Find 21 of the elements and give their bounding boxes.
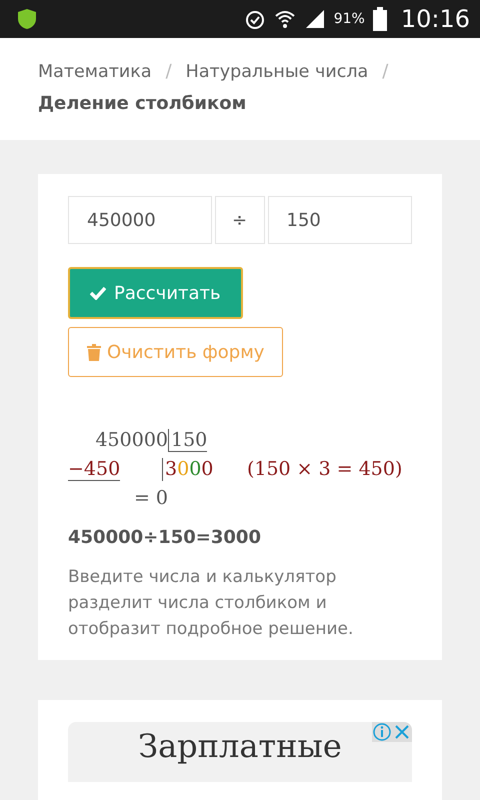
dividend-number: 450000 (95, 429, 168, 452)
breadcrumb-separator: / (382, 61, 388, 82)
battery-percent: 91% (334, 11, 365, 27)
dividend-field[interactable]: 450000 (68, 196, 212, 244)
ad-headline: Зарплатные (138, 727, 342, 767)
breadcrumb-link[interactable]: Математика (38, 62, 152, 82)
remainder-number: = 0 (134, 487, 168, 509)
divisor-number: 150 (168, 429, 208, 452)
divisor-field[interactable]: 150 (268, 196, 412, 244)
clock-time: 10:16 (400, 5, 470, 33)
calculate-button[interactable]: Рассчитать (68, 267, 243, 319)
subtrahend-number: −450 (68, 458, 120, 481)
step-note: (150 × 3 = 450) (246, 458, 402, 481)
breadcrumb-current: Деление столбиком (38, 93, 246, 114)
ad-banner[interactable]: Зарплатные (68, 722, 412, 782)
result-text: 450000÷150=3000 (68, 527, 262, 548)
operator-sign: ÷ (214, 196, 265, 244)
breadcrumb-separator: / (166, 61, 172, 82)
breadcrumb-link[interactable]: Натуральные числа (186, 62, 368, 82)
description-text: Введите числа и калькулятор разделит числа столбиком и отобразит подробное решение. (68, 566, 354, 641)
quotient-number: 3000 (162, 458, 223, 481)
